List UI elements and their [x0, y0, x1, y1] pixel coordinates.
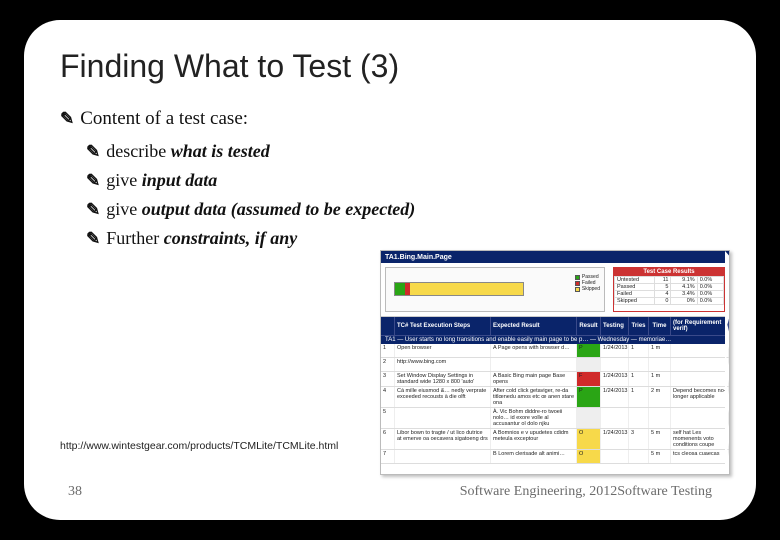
grid-row: 1Open browserA Page opens with browser d…	[381, 344, 729, 358]
slide-content: ✎ Content of a test case: ✎ describe wha…	[60, 105, 720, 252]
bullet-text: give input data	[106, 167, 217, 194]
grid-row: 6Libor bown to tragte / ut lico dutrice …	[381, 429, 729, 450]
bullet-main: ✎ Content of a test case:	[60, 105, 720, 134]
app-titlebar: TA1.Bing.Main.Page	[381, 251, 729, 263]
grid-row: 7B Lorem clerisade alt animi…O5 mtcs cle…	[381, 450, 729, 464]
citation-url: http://www.wintestgear.com/products/TCML…	[60, 440, 338, 452]
bullet-glyph: ✎	[60, 106, 74, 132]
bullet-text: give output data (assumed to be expected…	[106, 196, 415, 223]
grid-subheader: TA1 — User starts no long transitions an…	[381, 335, 729, 344]
bullet-item: ✎ describe what is tested	[86, 138, 720, 165]
grid-row: 5À. Vic Bohm diddre-ro twoeii nolo… id e…	[381, 408, 729, 429]
results-chart: Passed Failed Skipped	[385, 267, 605, 312]
stats-header: Test Case Results	[614, 268, 724, 276]
bullet-glyph: ✎	[86, 226, 100, 252]
page-number: 38	[68, 484, 82, 500]
bullet-item: ✎ give input data	[86, 167, 720, 194]
grid-row: 3Set Window Display Settings in standard…	[381, 372, 729, 387]
stacked-bar	[394, 282, 524, 296]
tcmlite-screenshot: TA1.Bing.Main.Page Passed Failed Skipped…	[380, 250, 730, 475]
slide: Finding What to Test (3) ✎ Content of a …	[24, 20, 756, 520]
bullet-glyph: ✎	[86, 139, 100, 165]
footer-text: Software Engineering, 2012Software Testi…	[460, 484, 712, 500]
chart-legend: Passed Failed Skipped	[575, 274, 600, 292]
stats-panel: Test Case Results Untested119.1%0.0% Pas…	[613, 267, 725, 312]
grid-row: 4Cá mille eiusmod &… nedly verprate exce…	[381, 387, 729, 408]
bullet-glyph: ✎	[86, 168, 100, 194]
slide-title: Finding What to Test (3)	[60, 48, 720, 85]
grid-header: TC# Test Execution Steps Expected Result…	[381, 317, 729, 335]
bullet-text: describe what is tested	[106, 138, 269, 165]
grid-body: 1Open browserA Page opens with browser d…	[381, 344, 729, 464]
stats-table: Untested119.1%0.0% Passed54.1%0.0% Faile…	[614, 276, 724, 305]
bullet-item: ✎ Further constraints, if any	[86, 225, 720, 252]
bullet-item: ✎ give output data (assumed to be expect…	[86, 196, 720, 223]
bullet-text: Further constraints, if any	[106, 225, 297, 252]
bullet-main-text: Content of a test case:	[80, 105, 248, 134]
bullet-glyph: ✎	[86, 197, 100, 223]
grid-row: 2http://www.bing.com	[381, 358, 729, 372]
